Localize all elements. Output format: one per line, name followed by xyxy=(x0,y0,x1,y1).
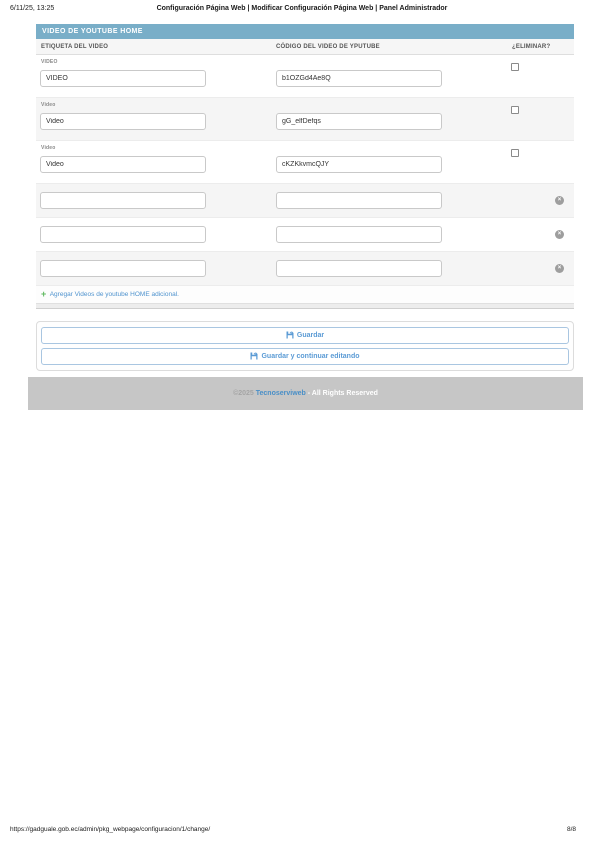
video-row-2: Video xyxy=(36,98,574,141)
page-title: Configuración Página Web | Modificar Con… xyxy=(0,5,604,12)
add-row-bar: + Agregar Videos de youtube HOME adicion… xyxy=(36,286,574,303)
eliminar-checkbox-1[interactable] xyxy=(511,63,519,71)
codigo-input-4[interactable] xyxy=(276,192,442,209)
add-video-link[interactable]: Agregar Videos de youtube HOME adicional… xyxy=(50,291,179,298)
column-header-eliminar: ¿ELIMINAR? xyxy=(512,44,550,50)
video-row-1: VIDEO xyxy=(36,55,574,98)
etiqueta-input-5[interactable] xyxy=(40,226,206,243)
video-row-6: × xyxy=(36,252,574,286)
section-header: VIDEO DE YOUTUBE HOME xyxy=(36,24,574,39)
etiqueta-input-4[interactable] xyxy=(40,192,206,209)
floppy-disk-icon xyxy=(250,352,258,362)
video-row-4: × xyxy=(36,184,574,218)
section-bottom-bar xyxy=(36,303,574,309)
row-label: Video xyxy=(41,145,56,151)
video-row-5: × xyxy=(36,218,574,252)
site-footer: ©2025 Tecnoserviweb - All Rights Reserve… xyxy=(28,377,583,410)
brand-name: Tecnoserviweb xyxy=(256,390,306,397)
table-column-headers: ETIQUETA DEL VIDEO CÓDIGO DEL VIDEO DE Y… xyxy=(36,39,574,55)
admin-form: VIDEO DE YOUTUBE HOME ETIQUETA DEL VIDEO… xyxy=(36,24,574,410)
save-continue-button[interactable]: Guardar y continuar editando xyxy=(41,348,569,365)
etiqueta-input-1[interactable] xyxy=(40,70,206,87)
eliminar-checkbox-3[interactable] xyxy=(511,149,519,157)
row-label: VIDEO xyxy=(41,59,58,65)
submit-row: Guardar Guardar y continuar editando xyxy=(36,321,574,371)
plus-icon: + xyxy=(41,289,46,299)
column-header-codigo: CÓDIGO DEL VIDEO DE YPUTUBE xyxy=(276,44,380,50)
save-button[interactable]: Guardar xyxy=(41,327,569,344)
codigo-input-1[interactable] xyxy=(276,70,442,87)
print-url: https://gadguale.gob.ec/admin/pkg_webpag… xyxy=(10,826,210,833)
codigo-input-5[interactable] xyxy=(276,226,442,243)
remove-row-icon[interactable]: × xyxy=(555,264,564,273)
remove-row-icon[interactable]: × xyxy=(555,230,564,239)
eliminar-checkbox-2[interactable] xyxy=(511,106,519,114)
codigo-input-3[interactable] xyxy=(276,156,442,173)
print-header: 6/11/25, 13:25 Configuración Página Web … xyxy=(0,5,604,17)
rights-text: - All Rights Reserved xyxy=(306,390,378,397)
etiqueta-input-2[interactable] xyxy=(40,113,206,130)
save-continue-button-label: Guardar y continuar editando xyxy=(261,353,359,360)
codigo-input-6[interactable] xyxy=(276,260,442,277)
column-header-etiqueta: ETIQUETA DEL VIDEO xyxy=(41,44,108,50)
floppy-disk-icon xyxy=(286,331,294,341)
row-label: Video xyxy=(41,102,56,108)
remove-row-icon[interactable]: × xyxy=(555,196,564,205)
copyright-text: ©2025 xyxy=(233,390,256,397)
print-footer: https://gadguale.gob.ec/admin/pkg_webpag… xyxy=(0,826,604,838)
print-page-number: 8/8 xyxy=(567,826,576,833)
codigo-input-2[interactable] xyxy=(276,113,442,130)
video-row-3: Video xyxy=(36,141,574,184)
save-button-label: Guardar xyxy=(297,332,324,339)
etiqueta-input-3[interactable] xyxy=(40,156,206,173)
etiqueta-input-6[interactable] xyxy=(40,260,206,277)
